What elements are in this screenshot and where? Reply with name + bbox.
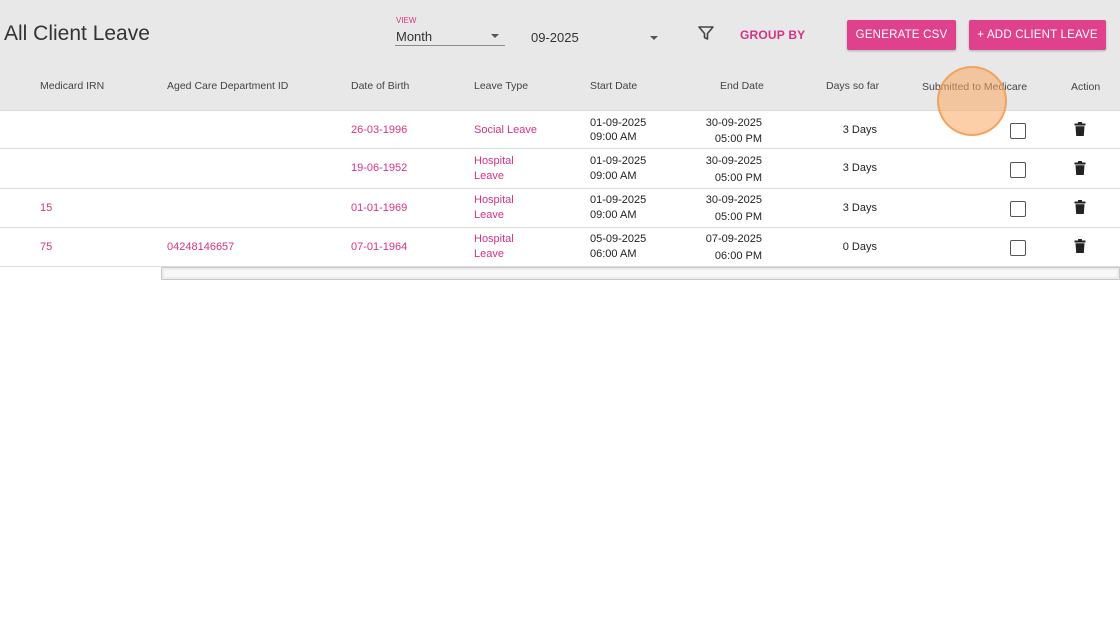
caret-down-icon <box>491 34 499 38</box>
start-date-cell: 01-09-2025 <box>590 194 647 206</box>
start-time-cell: 09:00 AM <box>590 131 637 143</box>
end-time-cell: 06:00 PM <box>714 250 762 262</box>
delete-button[interactable] <box>1074 161 1086 175</box>
leave-type-cell-line2[interactable]: Leave <box>474 247 504 262</box>
start-time-cell: 06:00 AM <box>590 248 637 260</box>
view-select[interactable]: VIEW Month <box>395 14 505 46</box>
period-select[interactable]: 09-2025 <box>530 22 662 48</box>
leave-type-cell[interactable]: Hospital <box>474 232 514 247</box>
leave-type-cell[interactable]: Hospital <box>474 154 514 169</box>
submitted-checkbox[interactable] <box>1010 240 1026 256</box>
submitted-checkbox[interactable] <box>1010 123 1026 139</box>
column-header-submitted[interactable]: Submitted to Medicare <box>922 81 1027 93</box>
trash-icon <box>1074 239 1086 253</box>
start-time-cell: 09:00 AM <box>590 209 637 221</box>
end-date-cell: 30-09-2025 <box>705 194 762 206</box>
column-header-days-so-far[interactable]: Days so far <box>826 80 879 92</box>
start-time-cell: 09:00 AM <box>590 170 637 182</box>
trash-icon <box>1074 200 1086 214</box>
trash-icon <box>1074 122 1086 136</box>
start-date-cell: 05-09-2025 <box>590 233 647 245</box>
medicard-irn-cell: 15 <box>40 202 53 214</box>
start-date-cell: 01-09-2025 <box>590 155 647 167</box>
days-so-far-cell: 3 Days <box>842 202 877 214</box>
end-time-cell: 05:00 PM <box>714 133 762 145</box>
period-select-value: 09-2025 <box>531 30 579 45</box>
filter-icon <box>698 26 714 40</box>
delete-button[interactable] <box>1074 200 1086 214</box>
horizontal-scrollbar[interactable] <box>161 267 1120 280</box>
trash-icon <box>1074 161 1086 175</box>
column-header-end-date[interactable]: End Date <box>720 80 764 92</box>
filter-button[interactable] <box>697 24 715 42</box>
column-header-aged-care-id[interactable]: Aged Care Department ID <box>167 80 288 92</box>
table-row[interactable]: 15 01-01-1969 Hospital Leave 01-09-2025 … <box>0 189 1120 228</box>
days-so-far-cell: 3 Days <box>842 124 877 136</box>
column-header-leave-type[interactable]: Leave Type <box>474 80 528 92</box>
delete-button[interactable] <box>1074 239 1086 253</box>
column-header-medicard-irn[interactable]: Medicard IRN <box>40 80 104 92</box>
end-date-cell: 07-09-2025 <box>705 233 762 245</box>
view-select-caption: VIEW <box>396 16 417 25</box>
column-header-start-date[interactable]: Start Date <box>590 80 637 92</box>
end-date-cell: 30-09-2025 <box>705 117 762 129</box>
table-row[interactable]: 19-06-1952 Hospital Leave 01-09-2025 09:… <box>0 150 1120 189</box>
leave-type-cell-line2[interactable]: Leave <box>474 208 504 223</box>
end-date-cell: 30-09-2025 <box>705 155 762 167</box>
aged-care-id-cell: 04248146657 <box>167 241 235 253</box>
medicard-irn-cell: 75 <box>40 241 53 253</box>
page-title: All Client Leave <box>4 22 150 45</box>
table-row[interactable]: 75 04248146657 07-01-1964 Hospital Leave… <box>0 228 1120 267</box>
date-of-birth-cell: 01-01-1969 <box>351 202 408 214</box>
date-of-birth-cell: 07-01-1964 <box>351 241 408 253</box>
date-of-birth-cell: 26-03-1996 <box>351 124 408 136</box>
end-time-cell: 05:00 PM <box>714 211 762 223</box>
add-client-leave-button[interactable]: + ADD CLIENT LEAVE <box>969 20 1106 50</box>
delete-button[interactable] <box>1074 122 1086 136</box>
days-so-far-cell: 0 Days <box>842 241 877 253</box>
leave-type-cell[interactable]: Hospital <box>474 193 514 208</box>
generate-csv-button[interactable]: GENERATE CSV <box>847 20 956 50</box>
view-select-value: Month <box>396 29 433 44</box>
end-time-cell: 05:00 PM <box>714 172 762 184</box>
group-by-button[interactable]: GROUP BY <box>740 28 805 42</box>
column-header-action: Action <box>1071 81 1101 93</box>
leave-type-cell[interactable]: Social Leave <box>474 123 537 138</box>
toolbar-header <box>0 0 1120 110</box>
table-row[interactable]: 26-03-1996 Social Leave 01-09-2025 09:00… <box>0 110 1120 149</box>
start-date-cell: 01-09-2025 <box>590 117 647 129</box>
days-so-far-cell: 3 Days <box>842 162 877 174</box>
scrollbar-thumb[interactable] <box>164 270 1117 277</box>
caret-down-icon <box>650 36 658 40</box>
column-header-date-of-birth[interactable]: Date of Birth <box>351 80 409 92</box>
date-of-birth-cell: 19-06-1952 <box>351 162 408 174</box>
leave-type-cell-line2[interactable]: Leave <box>474 169 504 184</box>
submitted-checkbox[interactable] <box>1010 201 1026 217</box>
submitted-checkbox[interactable] <box>1010 162 1026 178</box>
